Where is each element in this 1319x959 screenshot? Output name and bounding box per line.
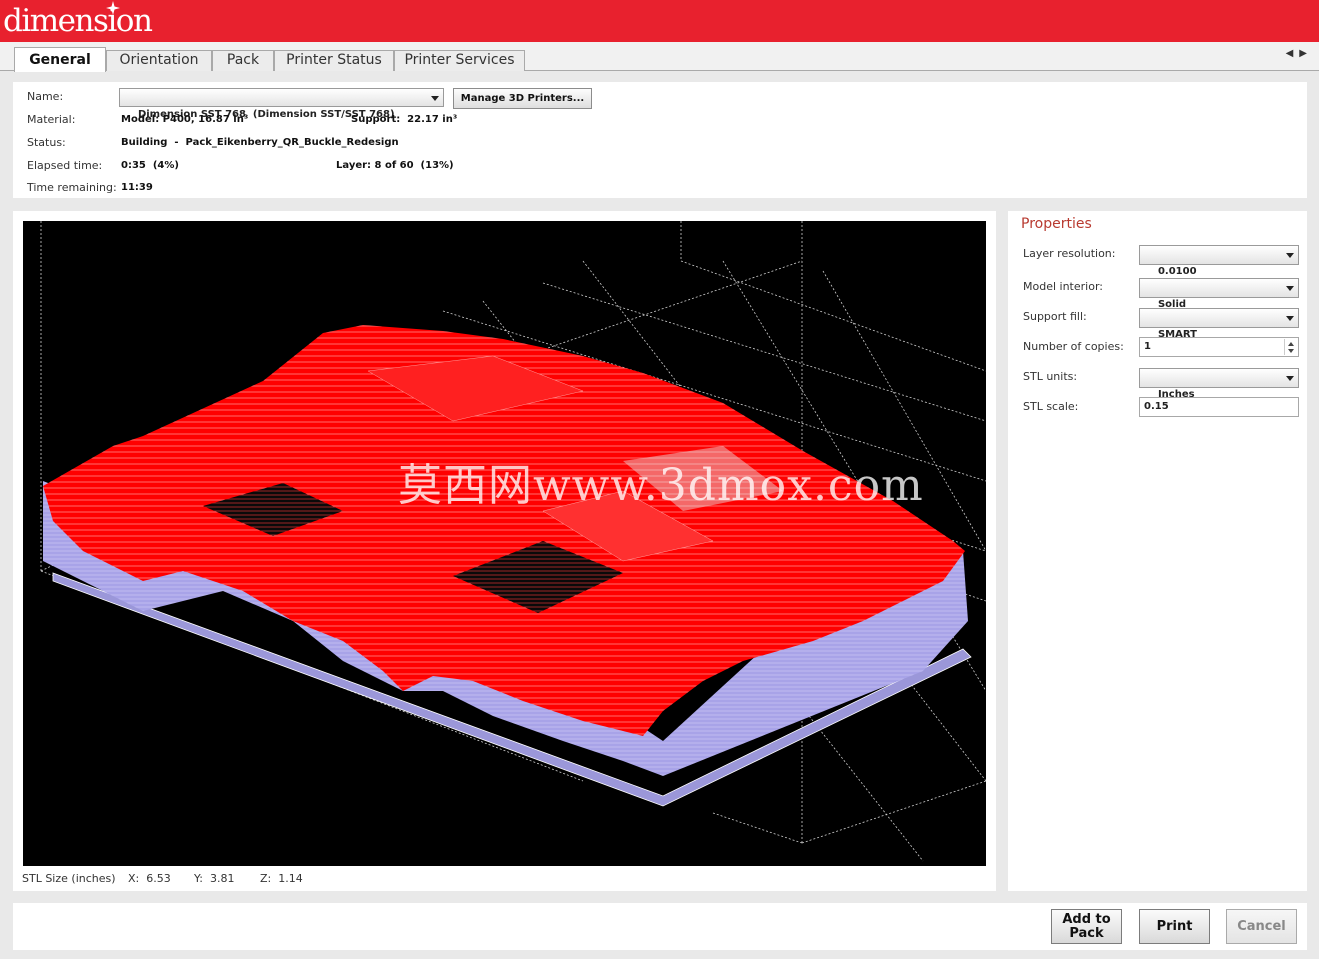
time-remaining-value: 11:39 (121, 182, 153, 193)
printer-info-panel: Name: Dimension SST 768 (Dimension SST/S… (13, 82, 1307, 198)
elapsed-time-label: Elapsed time: (27, 159, 103, 172)
tab-scroll-right-icon[interactable]: ▶ (1299, 48, 1313, 59)
tab-orientation[interactable]: Orientation (106, 50, 212, 71)
stl-size-x: X: 6.53 (128, 872, 171, 885)
tab-bar: General Orientation Pack Printer Status … (0, 42, 1319, 72)
tab-printer-services[interactable]: Printer Services (394, 50, 525, 71)
logo-star-icon (106, 1, 120, 15)
watermark-text: 莫西网www.3dmox.com (398, 460, 924, 511)
chevron-down-icon (1286, 253, 1294, 258)
support-material-value: Support: 22.17 in³ (351, 114, 458, 125)
tab-printer-status[interactable]: Printer Status (274, 50, 394, 71)
stl-scale-input[interactable]: 0.15 (1139, 397, 1299, 417)
model-interior-select[interactable]: Solid (1139, 278, 1299, 310)
stl-size-z: Z: 1.14 (260, 872, 303, 885)
stl-scale-value: 0.15 (1144, 401, 1169, 412)
elapsed-time-value: 0:35 (4%) (121, 160, 179, 171)
chevron-down-icon (1286, 376, 1294, 381)
add-to-pack-line2: Pack (1069, 926, 1104, 941)
model-material-value: Model: P400, 16.87 in³ (121, 114, 249, 125)
app-header: dimension (0, 0, 1319, 42)
tab-scroll-left-icon[interactable]: ◀ (1286, 48, 1300, 59)
stepper-up-icon[interactable] (1288, 342, 1294, 346)
print-button[interactable]: Print (1139, 909, 1210, 944)
chevron-down-icon (1286, 286, 1294, 291)
stl-units-select[interactable]: Inches (1139, 368, 1299, 400)
support-fill-select[interactable]: SMART (1139, 308, 1299, 340)
tab-scroll-arrows: ◀▶ (1286, 48, 1313, 59)
layer-resolution-value: 0.0100 (1157, 266, 1197, 277)
cancel-button[interactable]: Cancel (1226, 909, 1297, 944)
stl-size-y: Y: 3.81 (194, 872, 235, 885)
layer-resolution-label: Layer resolution: (1023, 247, 1116, 260)
chevron-down-icon (1286, 316, 1294, 321)
time-remaining-label: Time remaining: (27, 181, 117, 194)
3d-viewport[interactable]: 莫西网www.3dmox.com (23, 221, 986, 866)
material-label: Material: (27, 113, 76, 126)
tab-pack[interactable]: Pack (212, 50, 274, 71)
stl-scale-label: STL scale: (1023, 400, 1079, 413)
stepper-arrows[interactable] (1284, 339, 1297, 355)
stepper-down-icon[interactable] (1288, 349, 1294, 353)
add-to-pack-line1: Add to (1062, 912, 1111, 927)
manage-3d-printers-button[interactable]: Manage 3D Printers... (453, 88, 592, 109)
model-render (40, 221, 986, 862)
properties-panel: Properties Layer resolution: 0.0100 Mode… (1008, 211, 1307, 891)
model-view-panel: 莫西网www.3dmox.com STL Size (inches) X: 6.… (13, 211, 996, 891)
number-of-copies-value: 1 (1144, 341, 1151, 352)
tab-general[interactable]: General (14, 47, 106, 72)
number-of-copies-label: Number of copies: (1023, 340, 1124, 353)
number-of-copies-stepper[interactable]: 1 (1139, 337, 1299, 357)
add-to-pack-button[interactable]: Add to Pack (1051, 909, 1122, 944)
printer-name-select[interactable]: Dimension SST 768 (Dimension SST/SST 768… (119, 88, 444, 120)
chevron-down-icon (431, 96, 439, 101)
action-bar: Add to Pack Print Cancel (13, 903, 1307, 950)
stl-size-label: STL Size (inches) (22, 872, 116, 885)
layer-progress-value: Layer: 8 of 60 (13%) (336, 160, 454, 171)
status-label: Status: (27, 136, 66, 149)
dimension-logo: dimension (3, 3, 153, 39)
layer-resolution-select[interactable]: 0.0100 (1139, 245, 1299, 277)
properties-title: Properties (1021, 216, 1092, 232)
support-fill-label: Support fill: (1023, 310, 1087, 323)
status-value: Building - Pack_Eikenberry_QR_Buckle_Red… (121, 137, 399, 148)
model-interior-label: Model interior: (1023, 280, 1103, 293)
stl-units-label: STL units: (1023, 370, 1078, 383)
name-label: Name: (27, 90, 64, 103)
